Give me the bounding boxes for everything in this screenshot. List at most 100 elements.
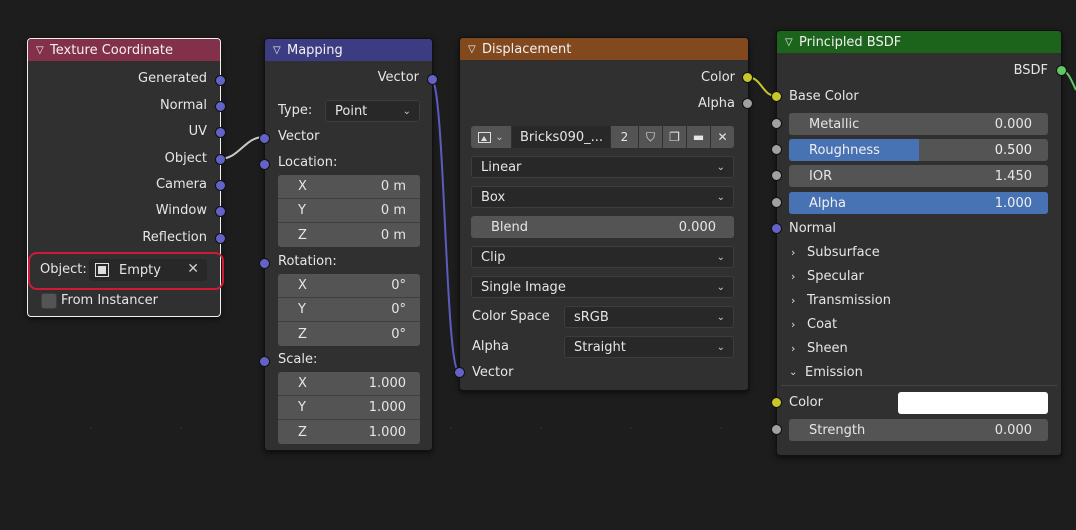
node-title: Mapping bbox=[287, 42, 343, 58]
projection-select[interactable]: Box ⌄ bbox=[471, 186, 734, 208]
panel-divider bbox=[781, 385, 1057, 386]
socket-normal-in[interactable] bbox=[771, 223, 782, 234]
output-bsdf: BSDF bbox=[1013, 63, 1048, 78]
socket-bsdf-out[interactable] bbox=[1056, 65, 1067, 76]
type-label: Type: bbox=[278, 103, 313, 118]
scale-fields[interactable]: X 1.000 Y 1.000 Z 1.000 bbox=[278, 372, 420, 444]
interpolation-select[interactable]: Linear ⌄ bbox=[471, 156, 734, 178]
displacement-node[interactable]: ▽ Displacement Color Alpha ⌄ Bricks090_.… bbox=[459, 37, 749, 391]
ior-field[interactable]: IOR 1.450 bbox=[789, 165, 1048, 187]
blend-field[interactable]: Blend 0.000 bbox=[471, 216, 734, 238]
from-instancer-checkbox[interactable] bbox=[41, 293, 57, 309]
socket-alpha-in[interactable] bbox=[771, 197, 782, 208]
socket-camera[interactable] bbox=[215, 180, 226, 191]
socket-generated[interactable] bbox=[215, 75, 226, 86]
scale-x[interactable]: X 1.000 bbox=[278, 372, 420, 396]
strength-field[interactable]: Strength 0.000 bbox=[789, 419, 1048, 441]
socket-displacement-vector-in[interactable] bbox=[454, 367, 465, 378]
image-browse-button[interactable]: ⌄ bbox=[471, 126, 511, 148]
panel-transmission[interactable]: › Transmission bbox=[791, 293, 891, 308]
panel-sheen[interactable]: › Sheen bbox=[791, 341, 848, 356]
metallic-field[interactable]: Metallic 0.000 bbox=[789, 113, 1048, 135]
node-title: Displacement bbox=[482, 41, 572, 57]
extension-select[interactable]: Clip ⌄ bbox=[471, 246, 734, 268]
socket-normal[interactable] bbox=[215, 101, 226, 112]
scale-y[interactable]: Y 1.000 bbox=[278, 396, 420, 420]
unlink-close-icon[interactable]: ✕ bbox=[711, 126, 734, 148]
chevron-down-icon: ⌄ bbox=[402, 105, 411, 117]
alpha-mode-select[interactable]: Straight ⌄ bbox=[564, 336, 734, 358]
rotation-x[interactable]: X 0° bbox=[278, 274, 420, 298]
alpha-slider[interactable]: Alpha 1.000 bbox=[789, 192, 1048, 214]
color-space-select[interactable]: sRGB ⌄ bbox=[564, 306, 734, 328]
collapse-chevron-icon[interactable]: ▽ bbox=[468, 44, 482, 55]
output-generated: Generated bbox=[138, 71, 207, 86]
image-name-field[interactable]: Bricks090_... bbox=[512, 126, 610, 148]
location-z[interactable]: Z0 m bbox=[278, 223, 420, 247]
chevron-down-icon: ⌄ bbox=[495, 131, 504, 143]
folder-open-icon[interactable]: ▬ bbox=[687, 126, 710, 148]
socket-location[interactable] bbox=[259, 159, 270, 170]
collapse-chevron-icon[interactable]: ▽ bbox=[273, 45, 287, 56]
image-icon bbox=[478, 131, 492, 143]
link-mapping-to-displacement bbox=[430, 77, 460, 373]
socket-alpha-out[interactable] bbox=[742, 98, 753, 109]
chevron-right-icon: › bbox=[791, 270, 796, 283]
socket-scale[interactable] bbox=[259, 356, 270, 367]
collapse-chevron-icon[interactable]: ▽ bbox=[36, 45, 50, 56]
socket-base-color-in[interactable] bbox=[771, 91, 782, 102]
socket-mapping-vector-in[interactable] bbox=[259, 133, 270, 144]
rotation-label: Rotation: bbox=[278, 254, 337, 269]
alpha-mode-label: Alpha bbox=[472, 339, 509, 354]
socket-object[interactable] bbox=[215, 154, 226, 165]
location-x[interactable]: X0 m bbox=[278, 175, 420, 199]
principled-bsdf-node[interactable]: ▽ Principled BSDF BSDF Base Color Metall… bbox=[776, 30, 1062, 456]
location-y[interactable]: Y0 m bbox=[278, 199, 420, 223]
type-select[interactable]: Point ⌄ bbox=[325, 100, 420, 122]
panel-subsurface[interactable]: › Subsurface bbox=[791, 245, 880, 260]
chevron-down-icon: ⌄ bbox=[716, 251, 725, 263]
output-vector: Vector bbox=[377, 70, 419, 85]
rotation-y[interactable]: Y 0° bbox=[278, 298, 420, 322]
chevron-down-icon: ⌄ bbox=[716, 191, 725, 203]
source-select[interactable]: Single Image ⌄ bbox=[471, 276, 734, 298]
panel-emission[interactable]: ⌄ Emission bbox=[789, 365, 863, 380]
fake-user-shield-icon[interactable]: ⛉ bbox=[639, 126, 662, 148]
node-header[interactable]: ▽ Mapping bbox=[265, 39, 432, 61]
chevron-down-icon: ⌄ bbox=[716, 161, 725, 173]
panel-coat[interactable]: › Coat bbox=[791, 317, 837, 332]
scale-z[interactable]: Z 1.000 bbox=[278, 420, 420, 444]
rotation-fields[interactable]: X 0° Y 0° Z 0° bbox=[278, 274, 420, 346]
node-header[interactable]: ▽ Texture Coordinate bbox=[28, 39, 220, 61]
node-header[interactable]: ▽ Principled BSDF bbox=[777, 31, 1061, 53]
panel-specular[interactable]: › Specular bbox=[791, 269, 864, 284]
chevron-down-icon: ⌄ bbox=[716, 281, 725, 293]
node-title: Principled BSDF bbox=[799, 34, 902, 50]
duplicate-icon[interactable]: ❐ bbox=[663, 126, 686, 148]
socket-strength-in[interactable] bbox=[771, 424, 782, 435]
socket-metallic-in[interactable] bbox=[771, 118, 782, 129]
emission-color-swatch[interactable] bbox=[898, 392, 1048, 414]
socket-window[interactable] bbox=[215, 206, 226, 217]
input-base-color: Base Color bbox=[789, 89, 859, 104]
output-normal: Normal bbox=[159, 98, 207, 113]
chevron-right-icon: › bbox=[791, 342, 796, 355]
output-uv: UV bbox=[188, 124, 207, 139]
socket-mapping-out[interactable] bbox=[427, 74, 438, 85]
socket-color-out[interactable] bbox=[742, 72, 753, 83]
socket-roughness-in[interactable] bbox=[771, 144, 782, 155]
socket-uv[interactable] bbox=[215, 127, 226, 138]
roughness-slider[interactable]: Roughness 0.500 bbox=[789, 139, 1048, 161]
node-header[interactable]: ▽ Displacement bbox=[460, 38, 748, 60]
socket-reflection[interactable] bbox=[215, 233, 226, 244]
socket-emission-color-in[interactable] bbox=[771, 397, 782, 408]
location-fields[interactable]: X0 m Y0 m Z0 m bbox=[278, 175, 420, 247]
socket-ior-in[interactable] bbox=[771, 170, 782, 181]
user-count-button[interactable]: 2 bbox=[611, 126, 638, 148]
socket-rotation[interactable] bbox=[259, 258, 270, 269]
from-instancer-label: From Instancer bbox=[61, 293, 158, 308]
rotation-z[interactable]: Z 0° bbox=[278, 322, 420, 346]
output-camera: Camera bbox=[155, 177, 207, 192]
collapse-chevron-icon[interactable]: ▽ bbox=[785, 37, 799, 48]
mapping-node[interactable]: ▽ Mapping Vector Type: Point ⌄ Vector Lo… bbox=[264, 38, 433, 451]
